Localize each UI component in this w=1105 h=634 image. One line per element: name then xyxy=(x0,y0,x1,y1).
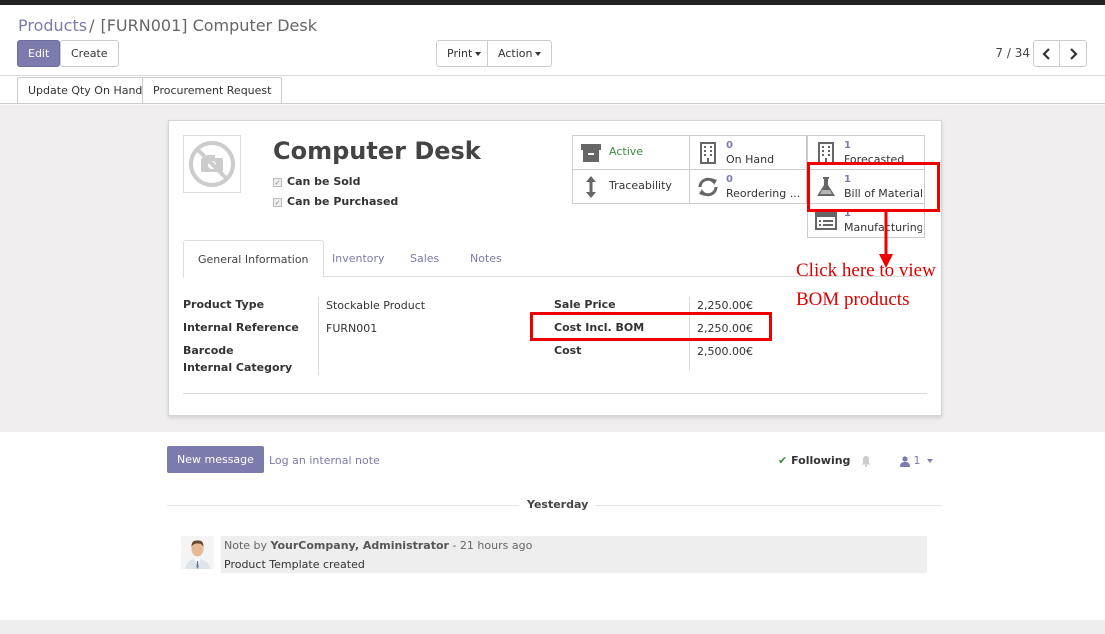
author-avatar[interactable] xyxy=(181,536,214,569)
following-label: Following xyxy=(791,454,851,467)
reordering-value: 0 xyxy=(726,174,733,185)
create-button[interactable]: Create xyxy=(60,40,119,67)
chevron-down-icon xyxy=(535,52,542,56)
cost-bom-highlight-box xyxy=(530,312,772,341)
on-hand-button[interactable]: 0 On Hand xyxy=(689,135,807,170)
building-icon xyxy=(697,141,719,165)
tab-general-information[interactable]: General Information xyxy=(183,240,324,278)
procurement-request-button[interactable]: Procurement Request xyxy=(142,77,283,104)
reordering-label: Reordering ... xyxy=(726,187,801,200)
pager-next-button[interactable] xyxy=(1059,40,1087,67)
breadcrumb-separator: / xyxy=(89,16,95,35)
barcode-label: Barcode xyxy=(183,344,234,357)
bom-highlight-box xyxy=(807,162,940,212)
chevron-left-icon xyxy=(1041,48,1050,60)
product-type-label: Product Type xyxy=(183,298,265,311)
message-prefix: Note by xyxy=(224,539,268,552)
annotation-line-2: BOM products xyxy=(796,289,910,310)
update-qty-button[interactable]: Update Qty On Hand xyxy=(17,77,154,104)
arrows-vertical-icon xyxy=(580,175,602,199)
list-icon xyxy=(815,209,837,233)
status-bar: Update Qty On Hand Procurement Request xyxy=(0,76,1105,104)
can-be-sold-row[interactable]: ✓ Can be Sold xyxy=(273,175,360,188)
control-panel: Products / [FURN001] Computer Desk Edit Cr… xyxy=(0,5,1105,76)
cost-label: Cost xyxy=(554,344,582,357)
log-note-link[interactable]: Log an internal note xyxy=(269,454,380,467)
annotation-line-1: Click here to view xyxy=(796,260,936,281)
breadcrumb-products-link[interactable]: Products xyxy=(18,16,87,35)
breadcrumb: Products / [FURN001] Computer Desk xyxy=(18,16,317,35)
can-be-purchased-row[interactable]: ✓ Can be Purchased xyxy=(273,195,398,208)
tab-inventory[interactable]: Inventory xyxy=(318,240,399,277)
tab-notes[interactable]: Notes xyxy=(456,240,516,277)
bottom-strip xyxy=(0,620,1105,634)
reordering-button[interactable]: 0 Reordering ... xyxy=(689,169,807,204)
internal-reference-label: Internal Reference xyxy=(183,321,299,334)
sale-price-value[interactable]: 2,250.00€ xyxy=(697,299,753,312)
following-button[interactable]: ✔ Following xyxy=(778,454,872,467)
no-image-icon xyxy=(189,141,235,187)
checkbox-icon[interactable]: ✓ xyxy=(273,177,282,187)
pager-previous-button[interactable] xyxy=(1033,40,1060,67)
on-hand-label: On Hand xyxy=(726,153,775,166)
form-divider xyxy=(183,393,927,394)
internal-category-label: Internal Category xyxy=(183,361,293,374)
message-meta: Note by YourCompany, Administrator - 21 … xyxy=(224,539,532,552)
message-body: Product Template created xyxy=(224,558,365,571)
edit-button[interactable]: Edit xyxy=(17,40,61,67)
product-image[interactable] xyxy=(183,135,241,193)
sale-price-label: Sale Price xyxy=(554,298,616,311)
message-time: - 21 hours ago xyxy=(452,539,533,552)
traceability-button[interactable]: Traceability xyxy=(572,169,690,204)
can-be-purchased-label: Can be Purchased xyxy=(287,195,399,208)
check-icon: ✔ xyxy=(778,454,788,467)
date-separator-label: Yesterday xyxy=(519,498,597,511)
new-message-button[interactable]: New message xyxy=(167,446,264,473)
print-label: Print xyxy=(447,47,473,60)
internal-reference-value[interactable]: FURN001 xyxy=(326,322,377,335)
followers-count: 1 xyxy=(913,454,921,467)
annotation-text: Click here to view BOM products xyxy=(796,256,936,314)
chevron-down-icon xyxy=(927,459,933,463)
forecasted-value: 1 xyxy=(844,140,851,151)
product-type-value[interactable]: Stockable Product xyxy=(326,299,425,312)
bell-icon xyxy=(861,456,871,467)
can-be-sold-label: Can be Sold xyxy=(287,175,361,188)
checkbox-icon[interactable]: ✓ xyxy=(273,197,282,207)
cost-value[interactable]: 2,500.00€ xyxy=(697,345,753,358)
field-divider xyxy=(318,297,319,375)
chatter-panel xyxy=(0,432,1105,620)
pager-value[interactable]: 7 / 34 xyxy=(995,46,1030,60)
tab-sales[interactable]: Sales xyxy=(396,240,453,277)
on-hand-value: 0 xyxy=(726,140,733,151)
message-item: Note by YourCompany, Administrator - 21 … xyxy=(181,536,927,573)
print-dropdown[interactable]: Print xyxy=(436,40,493,67)
active-button[interactable]: Active xyxy=(572,135,690,170)
archive-icon xyxy=(580,141,602,165)
message-author[interactable]: YourCompany, Administrator xyxy=(271,539,449,552)
traceability-label: Traceability xyxy=(609,179,672,192)
product-name[interactable]: Computer Desk xyxy=(273,137,481,165)
chevron-right-icon xyxy=(1070,48,1078,60)
breadcrumb-current: [FURN001] Computer Desk xyxy=(100,16,317,35)
action-dropdown[interactable]: Action xyxy=(487,40,553,67)
action-label: Action xyxy=(498,47,533,60)
active-label: Active xyxy=(609,145,644,158)
message-bubble: Note by YourCompany, Administrator - 21 … xyxy=(221,536,927,573)
user-icon xyxy=(900,455,910,467)
followers-dropdown[interactable]: 1 xyxy=(900,454,933,467)
refresh-icon xyxy=(697,175,719,199)
chevron-down-icon xyxy=(475,52,482,56)
